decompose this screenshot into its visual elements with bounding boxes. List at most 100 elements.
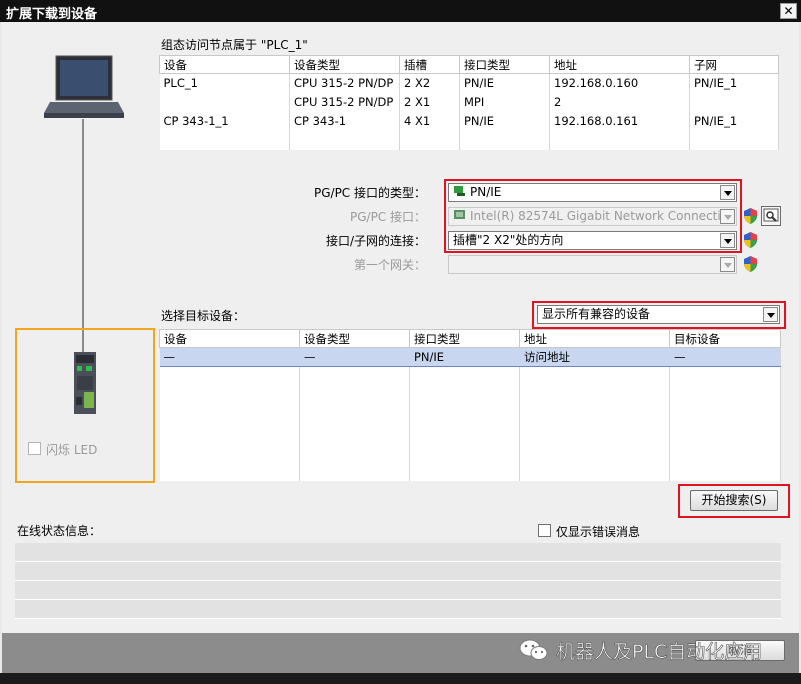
errors-only-label: 仅显示错误消息 [556, 525, 641, 539]
cell-device: — [159, 347, 300, 367]
cell [299, 461, 410, 481]
connection-label: 接口/子网的连接： [325, 234, 426, 248]
watermark-text: 机器人及PLC自动化应用 [556, 640, 763, 663]
cell-device [159, 92, 290, 112]
cell [669, 366, 781, 386]
cell-interface-type: PN/IE [409, 347, 520, 367]
table-row[interactable] [159, 423, 781, 443]
cell [519, 404, 670, 424]
flash-led-checkbox[interactable] [28, 442, 41, 455]
errors-only-checkbox[interactable] [538, 524, 551, 537]
gateway-label: 第一个网关： [353, 258, 426, 272]
col-slot: 插槽 [399, 55, 460, 74]
diagnostics-button[interactable] [761, 206, 781, 226]
col-target-device: 目标设备 [669, 329, 781, 348]
cell-device [159, 130, 290, 150]
cell-subnet: PN/IE_1 [689, 73, 779, 93]
cell-slot: 2 X1 [399, 92, 460, 112]
cell [409, 385, 520, 405]
config-caption: 组态访问节点属于 "PLC_1" [161, 38, 308, 52]
table-row[interactable] [159, 366, 781, 386]
col-interface-type: 接口类型 [409, 329, 520, 348]
plc-device-icon [74, 352, 96, 414]
shield-icon[interactable] [743, 208, 758, 224]
cell [299, 366, 410, 386]
cell-address: 192.168.0.161 [549, 111, 690, 131]
table-row[interactable] [159, 461, 781, 481]
target-table: 设备 设备类型 接口类型 地址 目标设备 — — PN/IE 访问地址 — [159, 329, 781, 481]
cell-interface-type: PN/IE [459, 111, 550, 131]
target-table-header: 设备 设备类型 接口类型 地址 目标设备 [159, 329, 781, 348]
cell [409, 442, 520, 462]
cell-interface-type [459, 130, 550, 150]
cell [669, 385, 781, 405]
cell-address: 2 [549, 92, 690, 112]
cell-subnet: PN/IE_1 [689, 111, 779, 131]
cell [409, 404, 520, 424]
watermark: 机器人及PLC自动化应用 [518, 636, 763, 664]
window-title: 扩展下载到设备 [6, 7, 98, 22]
col-interface-type: 接口类型 [459, 55, 550, 74]
col-device: 设备 [159, 55, 290, 74]
title-bar: 扩展下载到设备 ✕ [0, 0, 801, 22]
cell [159, 385, 300, 405]
table-row[interactable]: CPU 315-2 PN/DP 2 X1 MPI 2 [159, 92, 779, 112]
shield-icon[interactable] [743, 232, 758, 248]
table-row[interactable]: — — PN/IE 访问地址 — [159, 347, 781, 367]
cell [299, 442, 410, 462]
col-device: 设备 [159, 329, 300, 348]
table-row[interactable]: CP 343-1_1 CP 343-1 4 X1 PN/IE 192.168.0… [159, 111, 779, 131]
list-item [15, 600, 781, 619]
cell [409, 366, 520, 386]
cell [299, 385, 410, 405]
cell [159, 366, 300, 386]
pgpc-interface-label: PG/PC 接口： [349, 210, 426, 224]
chevron-down-icon[interactable] [720, 257, 735, 272]
cell-subnet [689, 130, 779, 150]
list-item [15, 581, 781, 600]
table-row[interactable] [159, 130, 779, 150]
table-row[interactable] [159, 385, 781, 405]
flash-led-label: 闪烁 LED [46, 443, 98, 457]
diagnostics-icon [763, 208, 779, 222]
close-button[interactable]: ✕ [780, 3, 797, 19]
cell [519, 461, 670, 481]
cell [159, 442, 300, 462]
cell [519, 366, 670, 386]
pgpc-type-label: PG/PC 接口的类型： [313, 186, 426, 200]
cell [519, 423, 670, 443]
pgpc-highlight-box [444, 179, 742, 253]
laptop-icon [44, 55, 124, 118]
status-message-list [15, 543, 781, 621]
shield-icon[interactable] [743, 256, 758, 272]
gateway-select[interactable] [448, 255, 737, 274]
cell [409, 423, 520, 443]
cell [159, 423, 300, 443]
table-row[interactable] [159, 404, 781, 424]
cell [159, 404, 300, 424]
cell-address [549, 130, 690, 150]
table-row[interactable]: PLC_1 CPU 315-2 PN/DP 2 X2 PN/IE 192.168… [159, 73, 779, 93]
cell [669, 423, 781, 443]
col-device-type: 设备类型 [299, 329, 410, 348]
search-highlight-box [678, 484, 790, 518]
cell [409, 461, 520, 481]
list-item [15, 543, 781, 562]
cell-interface-type: PN/IE [459, 73, 550, 93]
col-address: 地址 [549, 55, 690, 74]
cell-interface-type: MPI [459, 92, 550, 112]
cell-device-type: CPU 315-2 PN/DP [289, 92, 400, 112]
table-row[interactable] [159, 442, 781, 462]
cell-device: PLC_1 [159, 73, 290, 93]
cell [299, 404, 410, 424]
config-table: 设备 设备类型 插槽 接口类型 地址 子网 PLC_1 CPU 315-2 PN… [159, 55, 779, 150]
wechat-icon [519, 639, 548, 660]
cell-address: 访问地址 [519, 347, 670, 367]
col-subnet: 子网 [689, 55, 779, 74]
cell-slot: 2 X2 [399, 73, 460, 93]
col-device-type: 设备类型 [289, 55, 400, 74]
cell [159, 461, 300, 481]
cell [519, 385, 670, 405]
config-table-header: 设备 设备类型 插槽 接口类型 地址 子网 [159, 55, 779, 74]
connection-line [82, 119, 84, 354]
